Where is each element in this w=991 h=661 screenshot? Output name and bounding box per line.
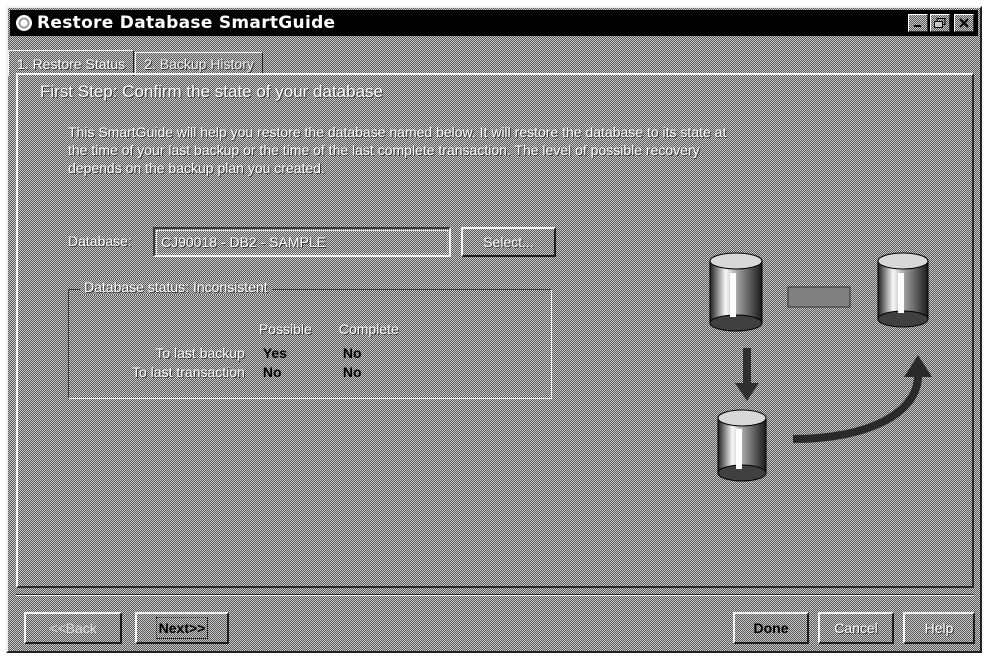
status-row-last-backup: To last backup Yes No bbox=[132, 343, 419, 362]
last-transaction-possible: No bbox=[262, 363, 282, 380]
maximize-button[interactable] bbox=[930, 14, 950, 32]
tab-panel: First Step: Confirm the state of your da… bbox=[16, 73, 974, 588]
backup-tape-icon bbox=[787, 286, 851, 308]
select-database-button[interactable]: Select... bbox=[461, 227, 556, 257]
close-icon bbox=[959, 18, 969, 28]
status-table: Possible Complete To last backup Yes No … bbox=[132, 319, 419, 381]
last-transaction-complete: No bbox=[342, 363, 362, 380]
last-backup-complete: No bbox=[342, 344, 362, 361]
intro-text: This SmartGuide will help you restore th… bbox=[68, 124, 727, 176]
back-button[interactable]: <<Back bbox=[24, 612, 122, 644]
tab-backup-history[interactable]: 2. Backup History bbox=[135, 52, 263, 74]
status-header-empty bbox=[132, 319, 259, 343]
database-status-legend: Database status: Inconsistent bbox=[80, 279, 272, 295]
arrow-down-icon bbox=[735, 348, 759, 401]
database-label: Database: bbox=[68, 233, 132, 249]
database-field[interactable]: CJ90018 - DB2 - SAMPLE bbox=[153, 227, 451, 257]
step-title: First Step: Confirm the state of your da… bbox=[40, 82, 383, 101]
status-row-last-transaction: To last transaction No No bbox=[132, 362, 419, 381]
backup-cylinder-icon bbox=[877, 252, 929, 328]
complete-column-header: Complete bbox=[338, 321, 399, 337]
last-backup-possible: Yes bbox=[262, 344, 287, 361]
title-bar[interactable]: Restore Database SmartGuide bbox=[10, 10, 978, 36]
possible-column-header: Possible bbox=[258, 321, 312, 337]
row-label-last-transaction: To last transaction bbox=[132, 363, 245, 380]
restore-icon bbox=[934, 18, 946, 28]
window-title: Restore Database SmartGuide bbox=[37, 13, 336, 33]
title-buttons bbox=[908, 14, 974, 32]
app-icon bbox=[16, 15, 32, 31]
done-button[interactable]: Done bbox=[733, 612, 809, 644]
next-label: Next>> bbox=[155, 617, 209, 639]
next-button[interactable]: Next>> bbox=[135, 612, 229, 644]
help-button[interactable]: Help bbox=[903, 612, 975, 644]
restored-cylinder-icon bbox=[717, 409, 767, 482]
status-header-row: Possible Complete bbox=[132, 319, 419, 343]
database-cylinder-icon bbox=[709, 252, 763, 332]
tab-strip: 1. Restore Status 2. Backup History bbox=[8, 48, 263, 76]
close-button[interactable] bbox=[954, 14, 974, 32]
restore-illustration bbox=[709, 252, 932, 482]
minimize-button[interactable] bbox=[908, 14, 928, 32]
curved-arrow-icon bbox=[792, 355, 932, 443]
cancel-button[interactable]: Cancel bbox=[818, 612, 894, 644]
row-label-last-backup: To last backup bbox=[155, 344, 245, 361]
minimize-icon bbox=[914, 25, 921, 27]
footer-divider bbox=[16, 594, 974, 596]
